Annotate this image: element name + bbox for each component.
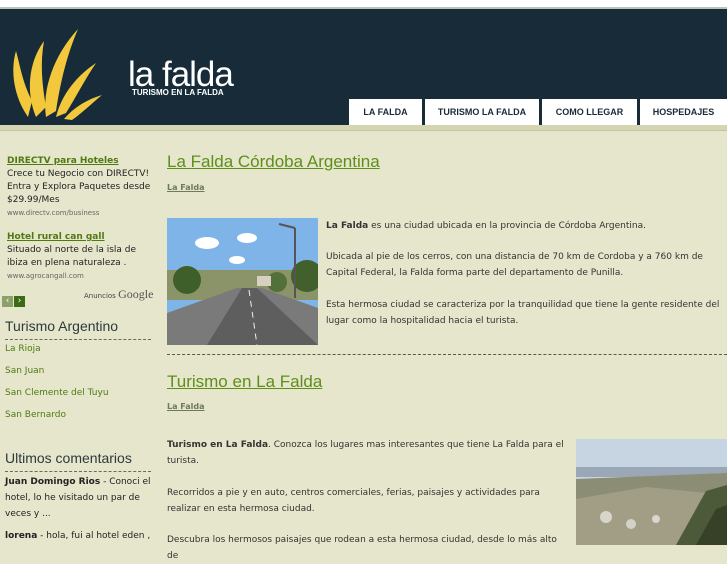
comment-text[interactable]: - hola, fui al hotel eden , — [37, 531, 150, 541]
valley-photo — [576, 439, 727, 545]
ads-by-label: Anuncios — [84, 292, 116, 300]
top-stripe — [0, 0, 727, 9]
ad-title[interactable]: DIRECTV para Hoteles — [7, 155, 152, 168]
ad-block-1[interactable]: DIRECTV para Hoteles Crece tu Negocio co… — [7, 155, 152, 220]
article-paragraph: Esta hermosa ciudad se caracteriza por l… — [326, 300, 720, 326]
street-photo — [167, 218, 318, 345]
section-divider — [167, 354, 727, 355]
article-title[interactable]: Turismo en La Falda — [167, 372, 322, 392]
sidebar-link-san-clemente[interactable]: San Clemente del Tuyu — [5, 388, 109, 398]
ad-url[interactable]: www.agrocangall.com — [7, 270, 152, 283]
ad-title[interactable]: Hotel rural can gall — [7, 231, 152, 244]
article-paragraph: La Falda es una ciudad ubicada en la pro… — [326, 218, 721, 234]
main-content: La Falda Córdoba Argentina La Falda La F… — [167, 131, 727, 561]
article-paragraph: Descubra los hermosos paisajes que rodea… — [167, 535, 557, 561]
ad-block-2[interactable]: Hotel rural can gall Situado al norte de… — [7, 231, 152, 283]
nav-hospedajes[interactable]: HOSPEDAJES — [640, 99, 727, 125]
sidebar: DIRECTV para Hoteles Crece tu Negocio co… — [0, 131, 157, 545]
article-lead: Turismo en La Falda — [167, 440, 269, 450]
article-category[interactable]: La Falda — [167, 402, 205, 411]
article-text: es una ciudad ubicada en la provincia de… — [368, 221, 646, 231]
comment-author[interactable]: Juan Domingo Rios — [5, 477, 100, 487]
article-paragraph: Recorridos a pie y en auto, centros come… — [167, 488, 540, 514]
article-category[interactable]: La Falda — [167, 183, 205, 192]
nav-turismo-la-falda[interactable]: TURISMO LA FALDA — [425, 99, 539, 125]
ad-url[interactable]: www.directv.com/business — [7, 207, 152, 220]
google-brand: Google — [118, 287, 154, 301]
article-title[interactable]: La Falda Córdoba Argentina — [167, 152, 380, 172]
turismo-heading: Turismo Argentino — [5, 318, 151, 340]
ad-text: Situado al norte de la isla de ibiza en … — [7, 245, 137, 268]
article-lead: La Falda — [326, 221, 369, 231]
nav-como-llegar[interactable]: COMO LLEGAR — [542, 99, 637, 125]
comments-heading: Ultimos comentarios — [5, 450, 151, 472]
sidebar-link-san-juan[interactable]: San Juan — [5, 366, 44, 376]
chevron-left-icon[interactable]: ‹ — [2, 296, 13, 307]
comment-author[interactable]: lorena — [5, 531, 37, 541]
article-paragraph: Ubicada al pie de los cerros, con una di… — [326, 252, 703, 278]
ad-text: Crece tu Negocio con DIRECTV! Entra y Ex… — [7, 169, 151, 205]
comment-item: Juan Domingo Rios - Conoci el hotel, lo … — [5, 474, 153, 522]
sidebar-link-la-rioja[interactable]: La Rioja — [5, 344, 41, 354]
chevron-right-icon[interactable]: › — [14, 296, 25, 307]
sidebar-link-san-bernardo[interactable]: San Bernardo — [5, 410, 66, 420]
ad-navigation: ‹ › — [2, 288, 26, 307]
article-paragraph: Turismo en La Falda. Conozca los lugares… — [167, 437, 567, 469]
site-subtitle: TURISMO EN LA FALDA — [132, 88, 224, 97]
nav-la-falda[interactable]: LA FALDA — [349, 99, 422, 125]
ads-by-google[interactable]: Anuncios Google — [84, 287, 153, 302]
comment-item: lorena - hola, fui al hotel eden , — [5, 528, 153, 544]
flame-logo-icon[interactable] — [6, 23, 106, 123]
